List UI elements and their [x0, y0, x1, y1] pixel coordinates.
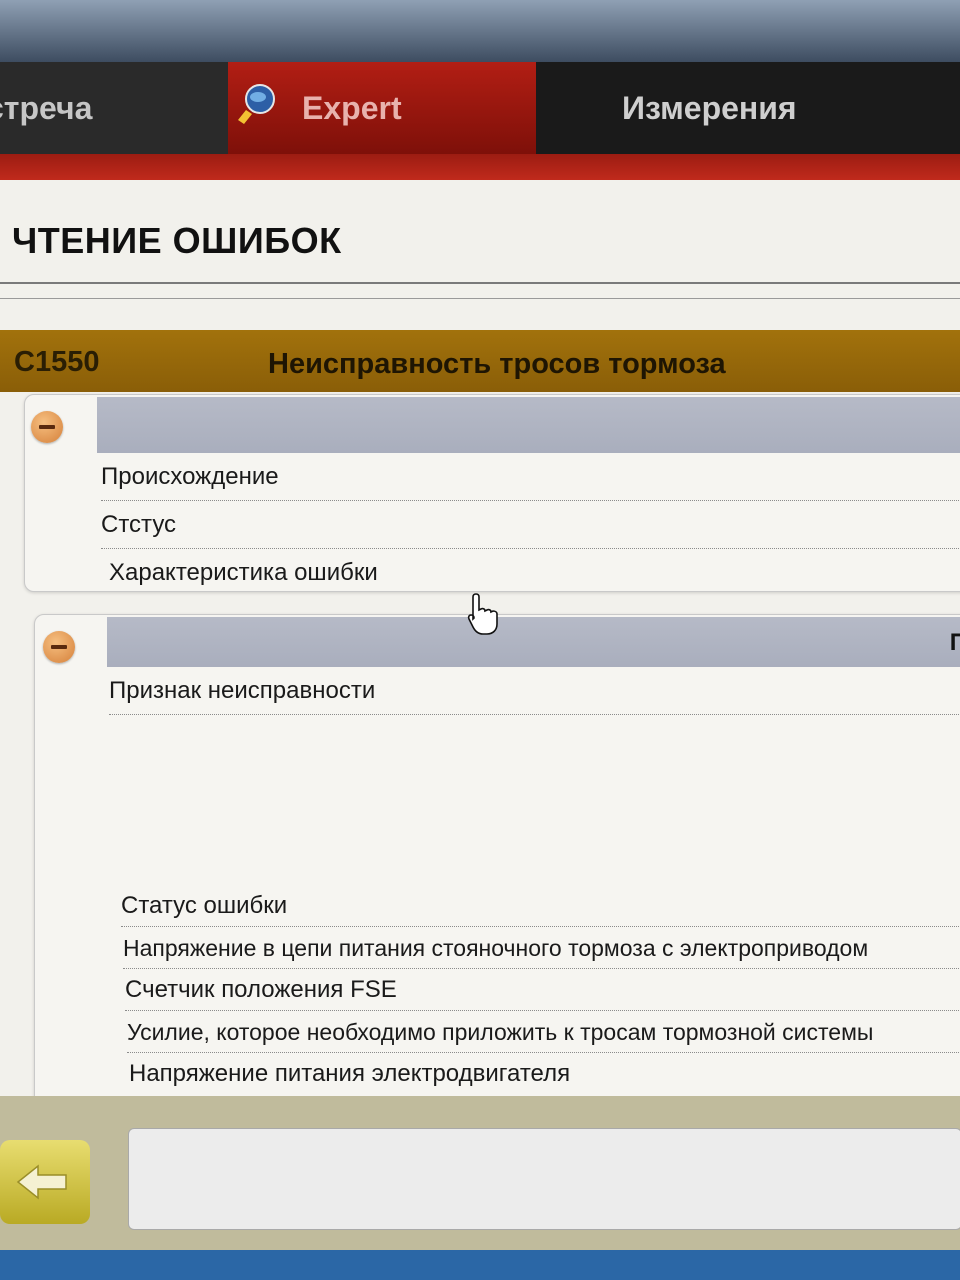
row-fse-position-counter-label: Счетчик положения FSE [125, 976, 397, 1003]
row-origin: Происхождение [101, 455, 960, 501]
row-epb-supply-voltage-label: Напряжение в цепи питания стояночного то… [123, 935, 869, 961]
tab-measurements-label: Измерения [622, 89, 797, 126]
tab-vstrecha[interactable]: стреча [0, 62, 228, 154]
fault-parameters-panel: Пер Признак неисправности Статус ошибки … [34, 614, 960, 1106]
tab-vstrecha-label: стреча [0, 89, 93, 126]
panel-header: Пер [107, 617, 960, 667]
expert-magnifier-icon [238, 84, 275, 124]
main-content: ЧТЕНИЕ ОШИБОК C1550 Неисправность тросов… [0, 180, 960, 1240]
row-motor-supply-voltage-label: Напряжение питания электродвигателя [129, 1060, 571, 1087]
row-fault-status: Статус ошибки [121, 885, 960, 927]
bottom-bar [0, 1096, 960, 1250]
row-fault-characteristic: Характеристика ошибки [109, 551, 960, 597]
row-fault-status-label: Статус ошибки [121, 892, 288, 919]
panel-header-text: Пер [949, 629, 960, 656]
row-status: Стстус [101, 503, 960, 549]
panel-header [97, 397, 960, 453]
row-origin-label: Происхождение [101, 463, 279, 490]
fault-description: Неисправность тросов тормоза [268, 348, 726, 380]
row-fault-characteristic-label: Характеристика ошибки [109, 559, 378, 586]
fault-context-panel: Происхождение Стстус Характеристика ошиб… [24, 394, 960, 592]
header-accent-stripe [0, 154, 960, 180]
tab-measurements[interactable]: Измерения [536, 62, 960, 154]
collapse-minus-icon[interactable] [43, 631, 75, 663]
fault-code-bar[interactable]: C1550 Неисправность тросов тормоза [0, 330, 960, 392]
title-divider [0, 282, 960, 284]
row-cable-force-label: Усилие, которое необходимо приложить к т… [127, 1019, 874, 1045]
row-motor-supply-voltage: Напряжение питания электродвигателя [129, 1053, 960, 1095]
title-divider-secondary [0, 298, 960, 299]
row-cable-force: Усилие, которое необходимо приложить к т… [127, 1011, 960, 1053]
row-epb-supply-voltage: Напряжение в цепи питания стояночного то… [123, 927, 960, 969]
row-status-label: Стстус [101, 511, 177, 538]
monitor-bezel [0, 0, 960, 64]
back-arrow-icon [16, 1164, 67, 1200]
row-fse-position-counter: Счетчик положения FSE [125, 969, 960, 1011]
fault-code: C1550 [14, 346, 100, 378]
windows-taskbar [0, 1250, 960, 1280]
row-malfunction-sign: Признак неисправности [109, 669, 960, 715]
back-button[interactable] [0, 1140, 90, 1224]
top-tab-bar: стреча Expert Измерения [0, 62, 960, 162]
row-malfunction-sign-label: Признак неисправности [109, 677, 376, 704]
collapse-minus-icon[interactable] [31, 411, 63, 443]
page-title: ЧТЕНИЕ ОШИБОК [12, 220, 342, 261]
message-area [128, 1128, 960, 1230]
hand-pointer-icon [467, 593, 498, 635]
tab-expert-label: Expert [302, 89, 402, 126]
